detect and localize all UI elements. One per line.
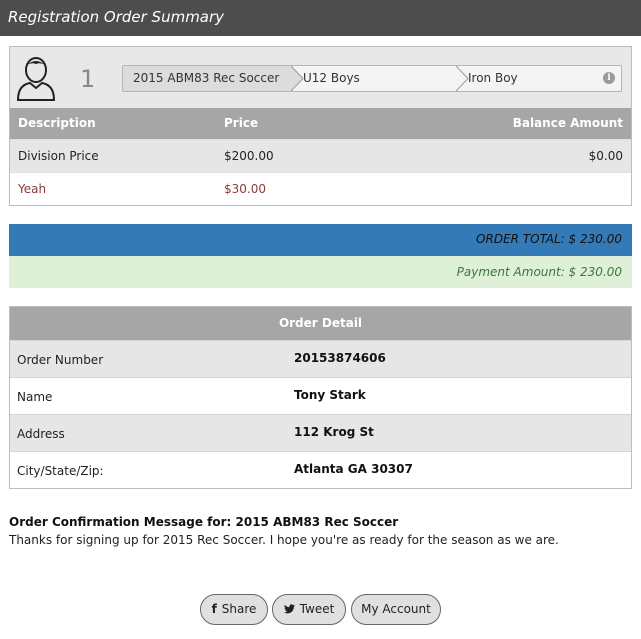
detail-value: Tony Stark (294, 388, 366, 402)
breadcrumb-program[interactable]: 2015 ABM83 Rec Soccer (123, 66, 293, 91)
detail-value: Atlanta GA 30307 (294, 462, 413, 476)
registration-breadcrumb: 2015 ABM83 Rec Soccer U12 Boys Iron Boy … (122, 65, 622, 92)
tweet-label: Tweet (299, 602, 335, 616)
twitter-icon (283, 604, 295, 614)
info-icon[interactable]: i (603, 72, 615, 84)
row-balance: $0.00 (588, 149, 623, 163)
page-title: Registration Order Summary (8, 8, 225, 26)
detail-value: 112 Krog St (294, 425, 374, 439)
row-price: $30.00 (224, 182, 266, 196)
detail-label: Address (17, 427, 65, 441)
page-header: Registration Order Summary (0, 0, 641, 36)
row-description: Yeah (18, 182, 47, 196)
user-avatar-icon (16, 57, 56, 101)
order-detail-table: Order Detail Order Number 20153874606 Na… (9, 306, 632, 489)
detail-row-name: Name Tony Stark (10, 377, 631, 414)
detail-row-address: Address 112 Krog St (10, 414, 631, 451)
player-number: 1 (80, 65, 96, 93)
payment-amount: Payment Amount: $ 230.00 (456, 265, 622, 279)
confirmation-message: Thanks for signing up for 2015 Rec Socce… (9, 533, 559, 547)
table-row: Division Price $200.00 $0.00 (10, 139, 631, 172)
table-header: Description Price Balance Amount (10, 108, 631, 139)
row-price: $200.00 (224, 149, 274, 163)
share-button[interactable]: f Share (200, 594, 268, 625)
player-row: 1 2015 ABM83 Rec Soccer U12 Boys Iron Bo… (10, 47, 631, 108)
share-label: Share (221, 602, 257, 616)
column-balance: Balance Amount (512, 116, 623, 130)
order-total-bar: ORDER TOTAL: $ 230.00 (9, 224, 632, 256)
order-detail-title: Order Detail (10, 307, 631, 340)
detail-row-city-state-zip: City/State/Zip: Atlanta GA 30307 (10, 451, 631, 488)
column-price: Price (224, 116, 259, 130)
confirmation-title: Order Confirmation Message for: 2015 ABM… (9, 515, 399, 529)
order-total: ORDER TOTAL: $ 230.00 (476, 232, 622, 246)
detail-value: 20153874606 (294, 351, 386, 365)
table-row: Yeah $30.00 (10, 172, 631, 205)
detail-row-order-number: Order Number 20153874606 (10, 340, 631, 377)
tweet-button[interactable]: Tweet (272, 594, 346, 625)
row-description: Division Price (18, 149, 99, 163)
my-account-button[interactable]: My Account (351, 594, 441, 625)
my-account-label: My Account (361, 602, 431, 616)
detail-label: Order Number (17, 353, 104, 367)
order-items-table: Description Price Balance Amount Divisio… (10, 108, 631, 205)
breadcrumb-team[interactable]: Iron Boy (458, 66, 621, 91)
payment-amount-bar: Payment Amount: $ 230.00 (9, 256, 632, 288)
column-description: Description (18, 116, 96, 130)
detail-label: City/State/Zip: (17, 464, 104, 478)
facebook-icon: f (211, 602, 217, 616)
registration-card: 1 2015 ABM83 Rec Soccer U12 Boys Iron Bo… (9, 46, 632, 206)
detail-label: Name (17, 390, 53, 404)
breadcrumb-division[interactable]: U12 Boys (293, 66, 458, 91)
